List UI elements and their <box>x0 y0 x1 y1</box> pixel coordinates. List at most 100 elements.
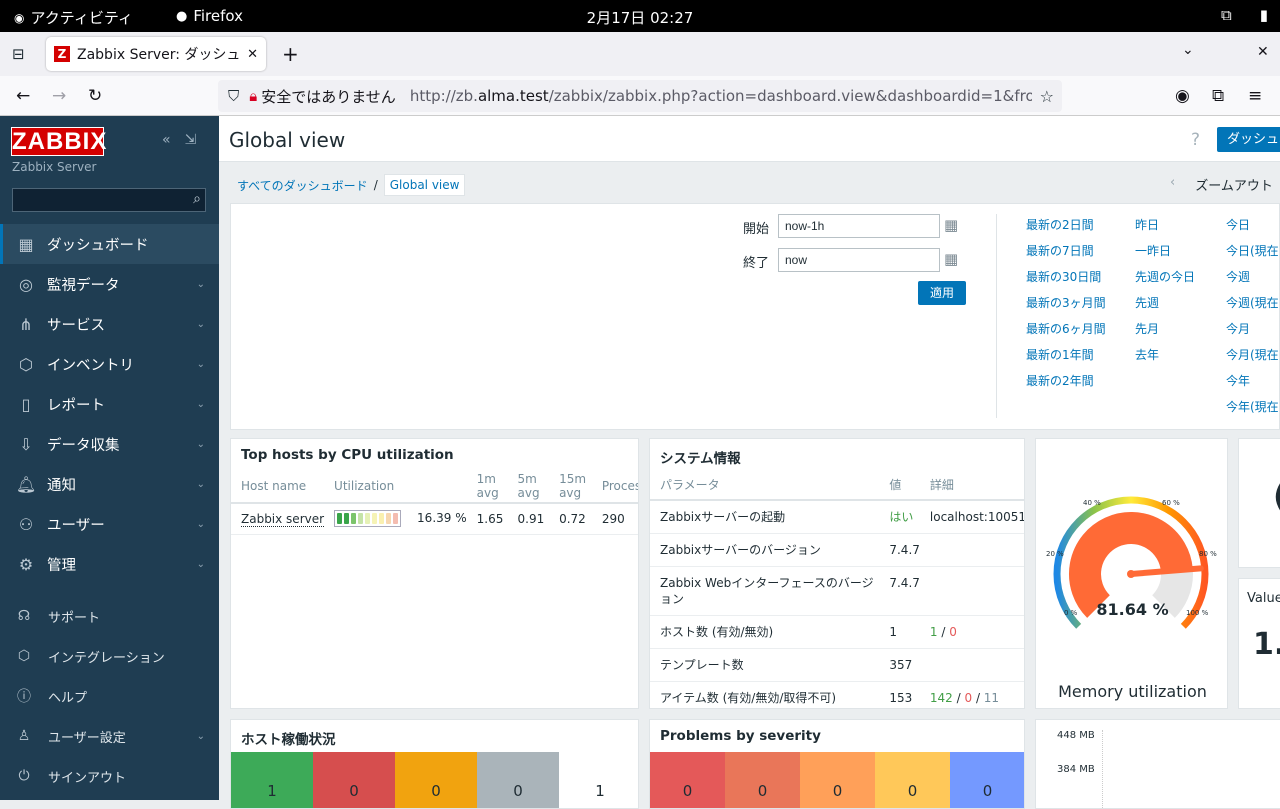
quick-range-link[interactable]: 最新の1年間 <box>1026 346 1106 362</box>
insecure-indicator[interactable]: 🔒︎ 安全ではありません <box>249 86 396 107</box>
quick-range-link[interactable]: 先週 <box>1135 294 1195 310</box>
zoom-out-button[interactable]: ズームアウト <box>1195 175 1273 194</box>
monitoring-icon: ◎ <box>19 274 33 294</box>
availability-cell[interactable]: 0 <box>313 752 395 808</box>
list-tabs-icon[interactable]: ⌄ <box>1182 42 1194 58</box>
bookmark-star-icon[interactable]: ☆ <box>1040 87 1054 106</box>
sidebar-item-users[interactable]: ⚇ ユーザー ⌄ <box>0 504 219 544</box>
sidebar-item-inventory[interactable]: ⬡ インベントリ ⌄ <box>0 344 219 384</box>
apply-button[interactable]: 適用 <box>918 281 966 305</box>
reload-icon[interactable]: ↻ <box>88 86 102 106</box>
memory-gauge-widget: 0 % 20 % 40 % 60 % 80 % 100 % 81.64 % Me… <box>1035 438 1228 709</box>
sidebar-item-monitoring[interactable]: ◎ 監視データ ⌄ <box>0 264 219 304</box>
chevron-left-icon[interactable]: ‹ <box>1170 175 1175 194</box>
filter-divider <box>996 214 997 418</box>
menu-icon[interactable]: ≡ <box>1248 86 1262 106</box>
calendar-icon[interactable]: ▦ <box>944 216 958 234</box>
tab-overview-icon[interactable]: ⊟ <box>12 45 25 63</box>
to-input[interactable] <box>778 248 940 272</box>
collapse-sidebar-icon[interactable]: « <box>162 132 171 148</box>
from-input[interactable] <box>778 214 940 238</box>
search-input[interactable]: ⌕ <box>12 188 206 212</box>
quick-range-link[interactable]: 今年(現在ま <box>1226 398 1280 414</box>
problems-by-severity-widget: Problems by severity 00000 <box>649 719 1025 809</box>
sidebar-item-support[interactable]: ☊ サポート <box>0 596 219 636</box>
severity-cell[interactable]: 0 <box>950 752 1024 808</box>
time-filter: 開始 ▦ 終了 ▦ 適用 最新の2日間最新の7日間最新の30日間最新の3ヶ月間最… <box>230 203 1280 430</box>
calendar-icon[interactable]: ▦ <box>944 250 958 268</box>
all-dashboards-button[interactable]: ダッシュボ <box>1217 127 1280 152</box>
account-icon[interactable]: ◉ <box>1175 86 1190 106</box>
quick-range-link[interactable]: 最新の3ヶ月間 <box>1026 294 1106 310</box>
quick-range-link[interactable]: 今年 <box>1226 372 1280 388</box>
close-window-icon[interactable]: ✕ <box>1257 44 1269 60</box>
quick-range-link[interactable]: 去年 <box>1135 346 1195 362</box>
availability-cell[interactable]: 1 <box>231 752 313 808</box>
quick-range-link[interactable]: 最新の7日間 <box>1026 242 1106 258</box>
sidebar-item-administration[interactable]: ⚙ 管理 ⌄ <box>0 544 219 584</box>
new-tab-button[interactable]: + <box>282 42 299 66</box>
quick-range-link[interactable]: 今月(現在ま <box>1226 346 1280 362</box>
zabbix-logo[interactable]: ZABBIX <box>11 127 106 156</box>
availability-cell[interactable]: 0 <box>477 752 559 808</box>
help-icon[interactable]: ? <box>1191 130 1200 150</box>
table-row: テンプレート数 357 <box>650 648 1024 682</box>
y-axis-label: 448 MB <box>1057 730 1095 741</box>
sidebar-item-reports[interactable]: ▯ レポート ⌄ <box>0 384 219 424</box>
clock[interactable]: 2月17日 02:27 <box>0 7 1280 28</box>
browser-tab[interactable]: Z Zabbix Server: ダッシュボ ✕ <box>46 37 266 71</box>
sidebar-item-data-collection[interactable]: ⇩ データ収集 ⌄ <box>0 424 219 464</box>
quick-range-link[interactable]: 今週(現在ま <box>1226 294 1280 310</box>
table-cell: 0.72 <box>549 503 592 535</box>
severity-cell[interactable]: 0 <box>725 752 800 808</box>
sidebar-item-sign-out[interactable]: ⏻ サインアウト <box>0 756 219 796</box>
tab-close-icon[interactable]: ✕ <box>247 47 258 62</box>
back-icon[interactable]: ← <box>16 86 30 106</box>
sidebar-item-integrations[interactable]: ⬡ インテグレーション <box>0 636 219 676</box>
extensions-icon[interactable]: ⧉ <box>1212 86 1224 106</box>
column-header: 1m avg <box>466 469 508 504</box>
severity-cell[interactable]: 0 <box>800 752 875 808</box>
host-link[interactable]: Zabbix server <box>241 511 325 527</box>
quick-range-link[interactable]: 今週 <box>1226 268 1280 284</box>
availability-cell[interactable]: 1 <box>559 752 638 808</box>
breadcrumb-all-dashboards[interactable]: すべてのダッシュボード <box>237 177 368 194</box>
quick-range-link[interactable]: 今日(現在ま <box>1226 242 1280 258</box>
sidebar-item-dashboards[interactable]: ▦ ダッシュボード <box>0 224 219 264</box>
quick-range-link[interactable]: 先週の今日 <box>1135 268 1195 284</box>
breadcrumb-current[interactable]: Global view <box>383 174 466 196</box>
sidebar-item-services[interactable]: ⋔ サービス ⌄ <box>0 304 219 344</box>
battery-icon: ▮ <box>1259 6 1268 24</box>
chevron-down-icon: ⌄ <box>196 558 205 570</box>
quick-range-link[interactable]: 昨日 <box>1135 216 1195 232</box>
severity-cell[interactable]: 0 <box>650 752 725 808</box>
forward-icon[interactable]: → <box>52 86 66 106</box>
severity-cell[interactable]: 0 <box>875 752 950 808</box>
quick-range-link[interactable]: 最新の6ヶ月間 <box>1026 320 1106 336</box>
system-tray[interactable]: ⧉ ▮ <box>1221 6 1268 24</box>
sidebar-item-alerts[interactable]: 🔔︎ 通知 ⌄ <box>0 464 219 504</box>
search-icon[interactable]: ⌕ <box>193 191 201 207</box>
quick-range-column: 昨日一昨日先週の今日先週先月去年 <box>1135 216 1195 362</box>
table-row: アイテム数 (有効/無効/取得不可) 153 142 / 0 / 11 <box>650 681 1024 708</box>
host-availability-widget: ホスト稼働状況 10001 <box>230 719 639 809</box>
availability-cell[interactable]: 0 <box>395 752 477 808</box>
url-text[interactable]: http://zb.alma.test/zabbix/zabbix.php?ac… <box>410 87 1032 105</box>
widget-title: Top hosts by CPU utilization <box>241 447 454 463</box>
chevron-down-icon: ⌄ <box>196 518 205 530</box>
quick-range-link[interactable]: 今日 <box>1226 216 1280 232</box>
utilization-segment <box>386 513 392 525</box>
quick-range-link[interactable]: 今月 <box>1226 320 1280 336</box>
quick-range-link[interactable]: 最新の30日間 <box>1026 268 1106 284</box>
kiosk-mode-icon[interactable]: ⇲ <box>185 132 197 148</box>
partial-widget-top: ( <box>1238 438 1280 568</box>
utilization-segment <box>344 513 350 525</box>
quick-range-link[interactable]: 最新の2年間 <box>1026 372 1106 388</box>
sidebar-item-help[interactable]: ⓘ ヘルプ <box>0 676 219 716</box>
quick-range-link[interactable]: 先月 <box>1135 320 1195 336</box>
quick-range-link[interactable]: 一昨日 <box>1135 242 1195 258</box>
url-bar[interactable]: ⛉ 🔒︎ 安全ではありません http://zb.alma.test/zabbix… <box>218 80 1062 112</box>
shield-icon[interactable]: ⛉ <box>228 87 239 105</box>
sidebar-item-user-settings[interactable]: ♙ ユーザー設定 ⌄ <box>0 716 219 756</box>
quick-range-link[interactable]: 最新の2日間 <box>1026 216 1106 232</box>
